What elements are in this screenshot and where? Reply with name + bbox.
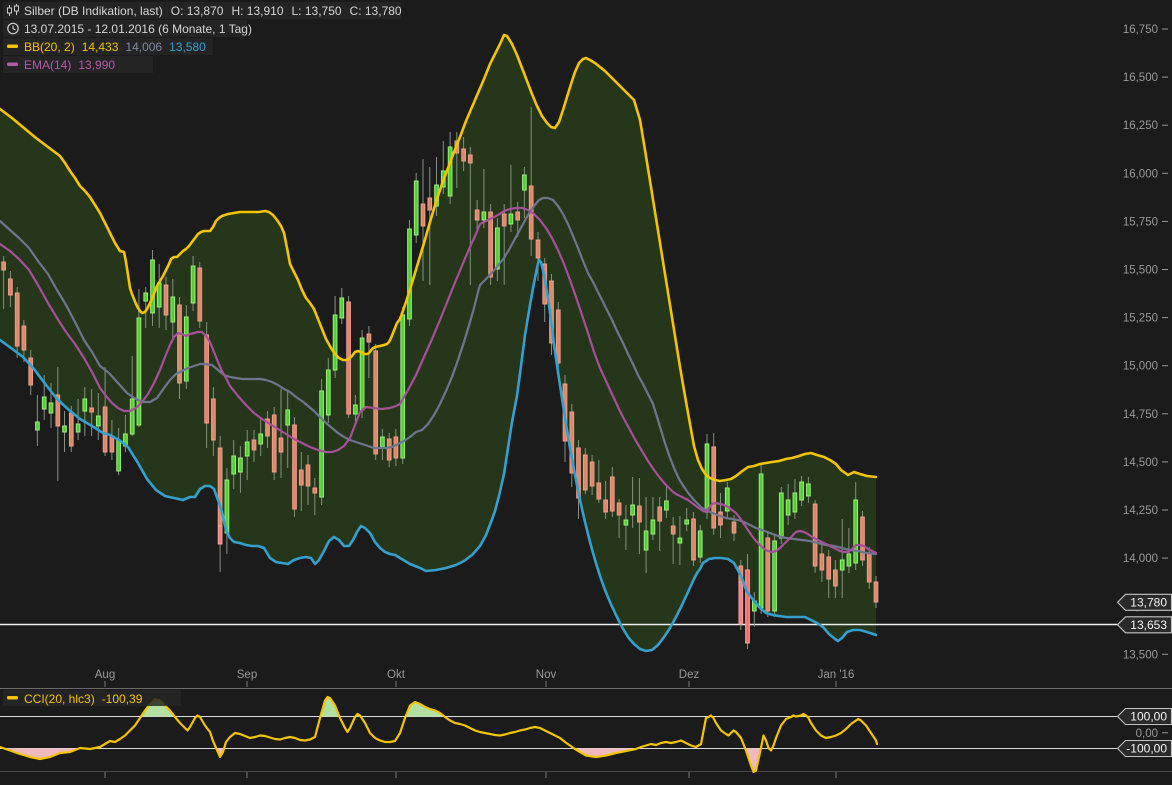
svg-text:16,000: 16,000 <box>1123 168 1158 180</box>
svg-text:0,00: 0,00 <box>1136 728 1158 740</box>
svg-text:CCI(20, hlc3)-100,39: CCI(20, hlc3)-100,39 <box>24 692 143 706</box>
svg-text:Aug: Aug <box>95 669 115 681</box>
svg-text:15,750: 15,750 <box>1123 216 1158 228</box>
svg-text:13,653: 13,653 <box>1130 618 1167 632</box>
svg-text:EMA(14)13,990: EMA(14)13,990 <box>24 58 115 72</box>
svg-text:Dez: Dez <box>679 669 700 681</box>
svg-text:BB(20, 2)14,43314,00613,580: BB(20, 2)14,43314,00613,580 <box>24 40 206 54</box>
svg-text:13,780: 13,780 <box>1130 596 1167 610</box>
svg-text:Okt: Okt <box>387 669 406 681</box>
svg-text:15,250: 15,250 <box>1123 313 1158 325</box>
svg-text:13,500: 13,500 <box>1123 649 1158 661</box>
svg-text:15,000: 15,000 <box>1123 361 1158 373</box>
svg-text:16,500: 16,500 <box>1123 72 1158 84</box>
svg-text:13.07.2015 - 12.01.2016 (6 Mon: 13.07.2015 - 12.01.2016 (6 Monate, 1 Tag… <box>24 22 252 36</box>
svg-text:100,00: 100,00 <box>1130 710 1167 724</box>
svg-text:14,500: 14,500 <box>1123 457 1158 469</box>
svg-text:14,250: 14,250 <box>1123 505 1158 517</box>
svg-text:-100,00: -100,00 <box>1126 742 1167 756</box>
svg-text:14,000: 14,000 <box>1123 553 1158 565</box>
svg-text:Jan '16: Jan '16 <box>818 669 855 681</box>
svg-text:Nov: Nov <box>536 669 557 681</box>
svg-text:Sep: Sep <box>237 669 257 681</box>
svg-text:15,500: 15,500 <box>1123 265 1158 277</box>
svg-text:14,750: 14,750 <box>1123 409 1158 421</box>
svg-text:16,750: 16,750 <box>1123 24 1158 36</box>
svg-text:16,250: 16,250 <box>1123 120 1158 132</box>
